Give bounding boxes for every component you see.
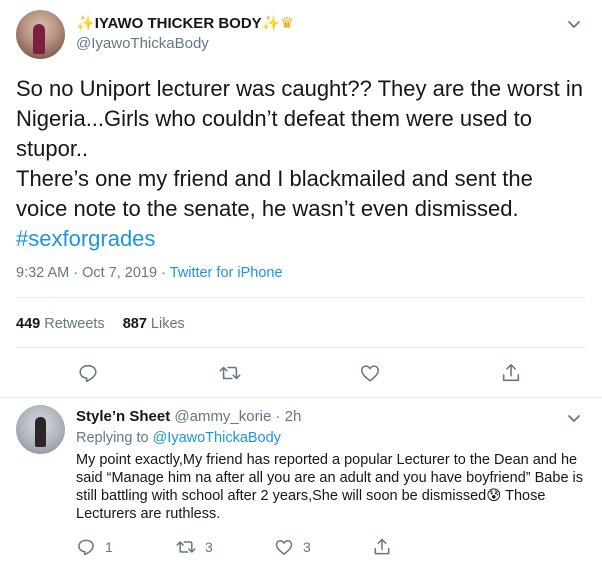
like-button[interactable] [359,362,381,384]
retweet-button[interactable] [218,362,242,384]
avatar[interactable] [16,10,65,59]
display-name[interactable]: ✨IYAWO THICKER BODY✨♛ [76,14,294,32]
tweet-source[interactable]: Twitter for iPhone [170,265,283,281]
retweets-count: 449 [16,316,41,332]
sparkles-emoji-icon: ✨ [261,15,281,32]
reply-header: Style’n Sheet @ammy_korie · 2h [76,408,302,425]
reply-icon [78,539,94,556]
reply-button[interactable] [77,362,99,384]
mention-link[interactable]: @IyawoThickaBody [153,430,281,446]
reply-text: My point exactly,My friend has reported … [76,452,584,522]
chevron-down-icon[interactable] [564,14,584,34]
likes-label: Likes [150,316,185,332]
tweet-text-line: So no Uniport lecturer was caught?? They… [16,76,584,161]
divider [16,347,586,348]
divider [16,297,586,298]
reply-handle[interactable]: @ammy_korie [174,408,271,425]
like-icon [275,540,293,555]
tweet-date[interactable]: Oct 7, 2019 [82,265,157,281]
likes-count: 887 [122,316,147,332]
crown-emoji-icon: ♛ [280,15,294,32]
share-icon [502,363,520,382]
reply-icon [79,364,97,383]
tweet-time[interactable]: 9:32 AM [16,265,69,281]
reply-display-name[interactable]: Style’n Sheet [76,408,170,425]
share-button[interactable] [500,362,522,384]
sparkles-emoji-icon: ✨ [76,15,95,32]
reply-share-button[interactable] [372,537,392,557]
retweet-icon [219,366,241,380]
hashtag-link[interactable]: #sexforgrades [16,226,155,251]
retweets-stat[interactable]: 449 Retweets [16,316,105,332]
reply-avatar[interactable] [16,405,65,454]
replying-to: Replying to @IyawoThickaBody [76,430,281,446]
retweet-icon [176,541,196,553]
tweet-timestamp: 9:32 AM · Oct 7, 2019 · Twitter for iPho… [16,265,283,281]
user-handle[interactable]: @IyawoThickaBody [76,35,209,52]
like-icon [360,365,380,382]
retweet-count: 3 [205,539,213,555]
tweet-stats: 449 Retweets 887 Likes [16,316,185,332]
reply-retweet-button[interactable]: 3 [175,537,213,557]
tweet-text: So no Uniport lecturer was caught?? They… [16,74,588,254]
main-tweet: ✨IYAWO THICKER BODY✨♛ @IyawoThickaBody S… [0,0,602,398]
share-icon [374,538,390,555]
reply-reply-button[interactable]: 1 [76,537,113,557]
like-count: 3 [303,539,311,555]
retweets-label: Retweets [44,316,105,332]
tweet-text-line: There’s one my friend and I blackmailed … [16,166,533,221]
replying-label: Replying to [76,430,149,446]
reply-time[interactable]: 2h [285,408,302,425]
display-name-text[interactable]: IYAWO THICKER BODY [95,15,262,32]
reply-count: 1 [105,539,113,555]
reply-like-button[interactable]: 3 [274,537,311,557]
chevron-down-icon[interactable] [564,408,584,428]
likes-stat[interactable]: 887 Likes [123,316,185,332]
